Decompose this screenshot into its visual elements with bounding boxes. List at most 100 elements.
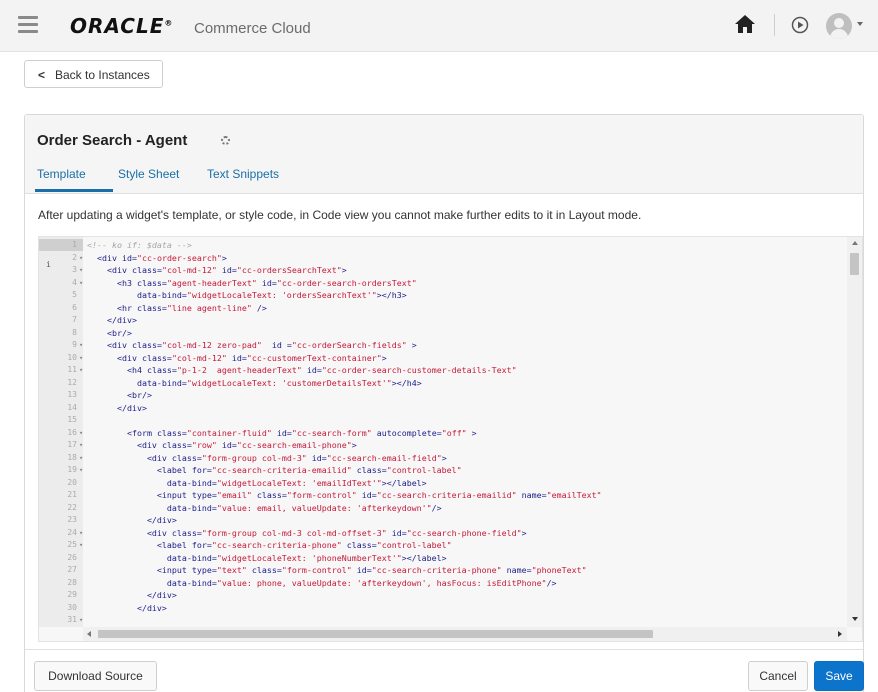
fold-toggle-icon[interactable]: ▾ [79,252,83,264]
code-token: "cc-orderSearch-fields" [291,340,407,350]
code-token: "cc-search-form" [291,427,372,438]
cancel-button[interactable]: Cancel [748,661,808,691]
code-token: "text" [216,565,247,575]
code-token: "row" [191,440,217,450]
line-number: 7 [72,315,77,324]
code-line: 10 ▾ <div class="col-md-12" id="cc-custom… [39,352,849,364]
code-text: <br/> [87,327,132,339]
code-token: "emailText" [546,490,602,500]
code-text: data-bind="value: email, valueUpdate: 'a… [87,502,442,514]
horizontal-scroll-thumb[interactable] [98,630,653,638]
code-token: id= [351,565,372,575]
fold-toggle-icon[interactable]: ▾ [79,614,83,626]
code-token: "cc-order-search-ordersText" [276,277,417,288]
profile-dropdown-icon[interactable] [857,22,863,26]
code-token: "widgetLocaleText: 'customerDetailsText'… [186,377,392,388]
save-button[interactable]: Save [814,661,864,691]
vertical-scrollbar[interactable] [847,237,862,627]
fold-toggle-icon[interactable]: ▾ [79,439,83,451]
code-token: class= [251,490,287,500]
home-icon[interactable] [734,14,756,34]
code-token: <label [87,540,192,550]
horizontal-scrollbar[interactable] [83,627,847,641]
code-token: id= [271,427,292,438]
back-to-instances-button[interactable]: < Back to Instances [24,60,163,88]
code-token: ></h3> [376,290,407,300]
code-token: autocomplete= [371,427,442,438]
fold-toggle-icon[interactable]: ▾ [79,452,83,464]
code-token: /> [431,502,442,513]
code-text: <hr class="line agent-line" /> [87,302,267,314]
code-token: "cc-search-criteria-emailid" [376,490,517,500]
fold-toggle-icon[interactable]: ▾ [79,364,83,376]
hamburger-icon[interactable] [18,16,38,34]
fold-toggle-icon[interactable]: ▾ [79,527,83,539]
code-line: 21 <input type="email" class="form-contr… [39,489,849,501]
line-number: 28 [67,577,77,587]
line-number: 24 [67,527,77,537]
code-token: "cc-search-criteria-emailid" [211,465,352,475]
fold-toggle-icon[interactable]: ▾ [79,277,83,289]
code-token: > [406,340,417,350]
code-token: class= [156,427,187,438]
code-token: <div [87,340,132,350]
fold-toggle-icon[interactable]: ▾ [79,339,83,351]
code-token: </div> [87,402,147,413]
code-token: class= [351,465,387,475]
fold-toggle-icon[interactable]: ▾ [79,464,83,476]
code-token: "col-md-12 zero-pad" [161,340,262,350]
code-token: </div> [87,590,177,600]
code-line: 18 ▾ <div class="form-group col-md-3" id=… [39,452,849,464]
line-number: 10 [67,352,77,362]
code-text: <br/> [87,389,152,401]
play-circle-icon[interactable] [791,16,809,34]
code-token: name= [516,490,547,500]
code-token: "phoneText" [531,565,587,575]
fold-toggle-icon[interactable]: ▾ [79,352,83,364]
gear-icon[interactable] [221,136,230,145]
line-number: 21 [67,490,77,499]
code-token: id= [216,440,237,450]
code-text: <input type="text" class="form-control" … [87,564,587,576]
code-token: <div [87,252,122,263]
code-editor[interactable]: i 1 <!-- ko if: $data --> 2 ▾ <div id="cc-o… [38,236,863,642]
avatar-icon[interactable] [826,13,852,39]
code-line: 30 </div> [39,602,849,614]
fold-toggle-icon[interactable]: ▾ [79,539,83,551]
vertical-scroll-thumb[interactable] [850,253,859,275]
code-token: <div [87,527,172,538]
code-token: "cc-search-phone-field" [406,527,522,538]
fold-toggle-icon[interactable]: ▾ [79,427,83,439]
tab-style-sheet[interactable]: Style Sheet [118,167,179,181]
scroll-up-icon[interactable] [852,241,858,245]
footer-divider [24,649,864,650]
line-number: 9 [72,340,77,349]
code-token: data-bind= [87,552,217,563]
scroll-right-icon[interactable] [838,631,842,637]
code-token: id= [216,265,237,275]
code-text: <div class="row" id="cc-search-email-pho… [87,439,357,451]
code-line: 15 [39,414,849,426]
tab-template[interactable]: Template [37,167,86,181]
code-token: <br/> [87,327,132,338]
fold-toggle-icon[interactable]: ▾ [79,264,83,276]
code-token: class= [141,352,172,363]
code-text: <div class="form-group col-md-3" id="cc-… [87,452,447,464]
scroll-left-icon[interactable] [87,631,91,637]
code-token: <form [87,427,157,438]
code-token: "control-label" [376,540,452,550]
code-token: id= [256,277,277,288]
page-title: Order Search - Agent [37,132,188,149]
code-token: "cc-search-criteria-phone" [211,540,342,550]
code-line: 5 data-bind="widgetLocaleText: 'ordersSe… [39,289,849,301]
code-token: <div [87,452,172,463]
scroll-down-icon[interactable] [852,617,858,621]
code-text: data-bind="widgetLocaleText: 'emailIdTex… [87,477,427,489]
code-text: <div id="cc-order-search"> [87,252,227,264]
tab-text-snippets[interactable]: Text Snippets [207,167,279,181]
download-source-button[interactable]: Download Source [34,661,157,691]
code-token: class= [136,302,167,313]
code-token: "line agent-line" [166,302,252,313]
code-text: <div class="col-md-12" id="cc-ordersSear… [87,264,347,276]
code-token: "cc-order-search" [136,252,222,263]
